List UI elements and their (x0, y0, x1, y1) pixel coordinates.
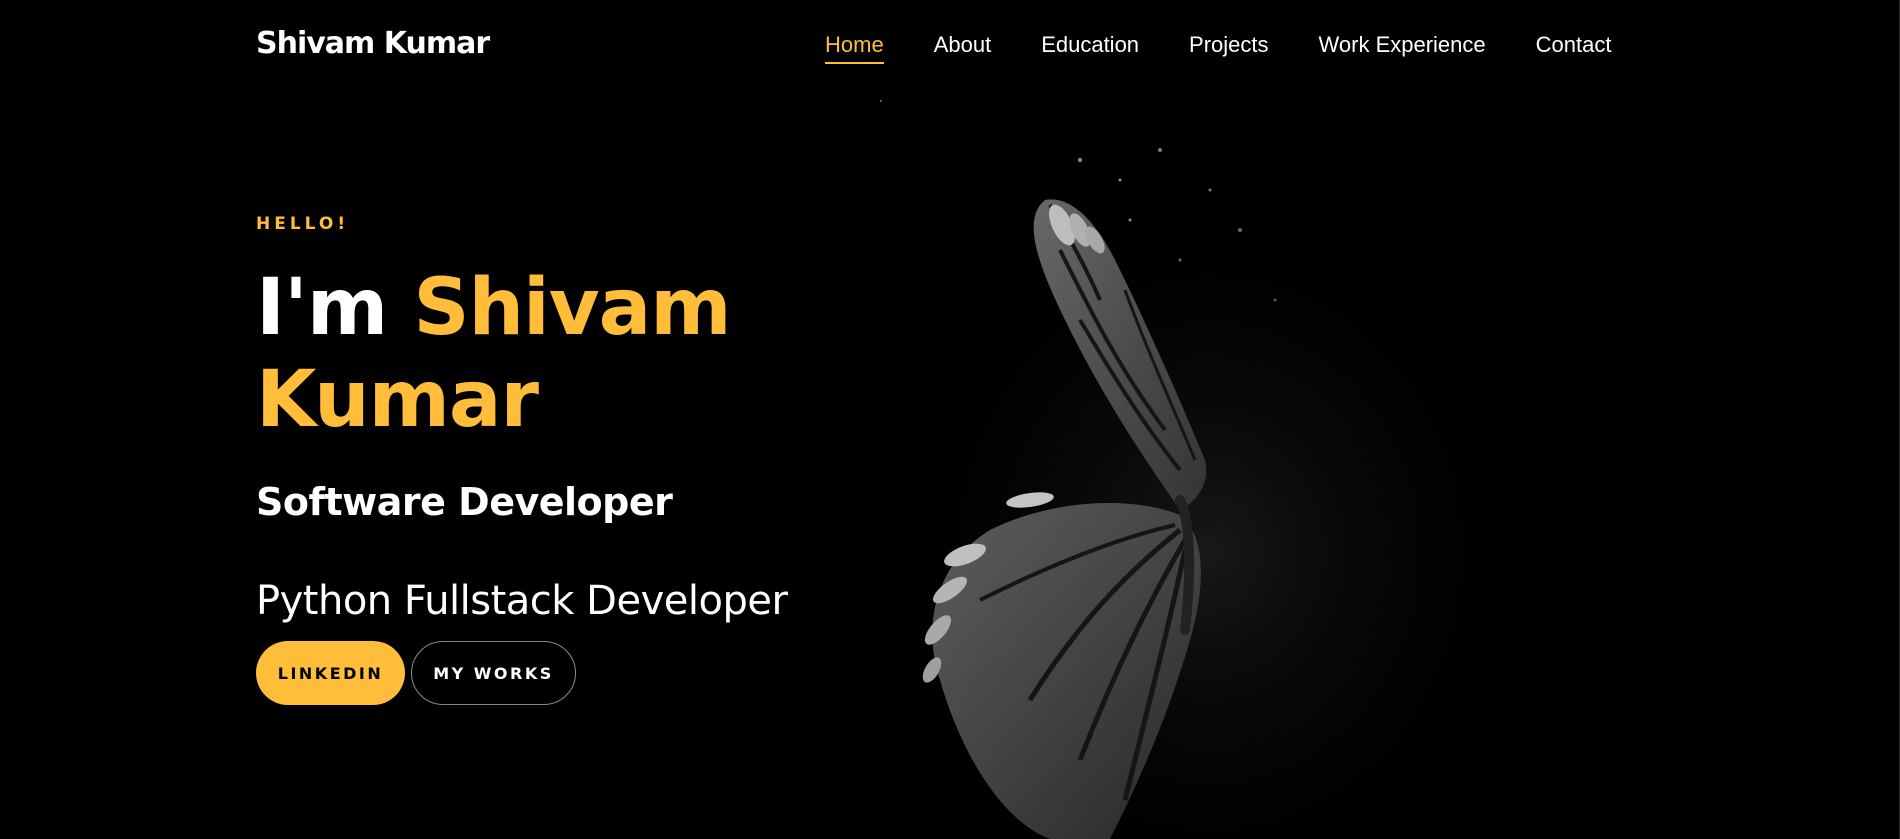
butterfly-illustration (880, 100, 1480, 839)
brand-logo[interactable]: Shivam Kumar (256, 26, 490, 61)
hero-subrole: Python Fullstack Developer (256, 578, 788, 624)
hero-name-last: Kumar (256, 355, 539, 445)
nav-education[interactable]: Education (1041, 32, 1139, 64)
nav-home[interactable]: Home (825, 32, 884, 64)
nav-projects[interactable]: Projects (1189, 32, 1268, 64)
hero-title-prefix: I'm (256, 263, 414, 353)
hero-role: Software Developer (256, 480, 673, 524)
hero-greeting: HELLO! (256, 214, 350, 234)
main-nav: Home About Education Projects Work Exper… (825, 32, 1611, 64)
page: Shivam Kumar Home About Education Projec… (0, 0, 1900, 839)
hero-name-first: Shivam (413, 263, 731, 353)
nav-work-experience[interactable]: Work Experience (1319, 32, 1486, 64)
nav-about[interactable]: About (934, 32, 992, 64)
nav-contact[interactable]: Contact (1536, 32, 1612, 64)
hero-title: I'm Shivam Kumar (256, 262, 896, 446)
my-works-button[interactable]: MY WORKS (411, 641, 576, 705)
linkedin-button[interactable]: LINKEDIN (256, 641, 405, 705)
